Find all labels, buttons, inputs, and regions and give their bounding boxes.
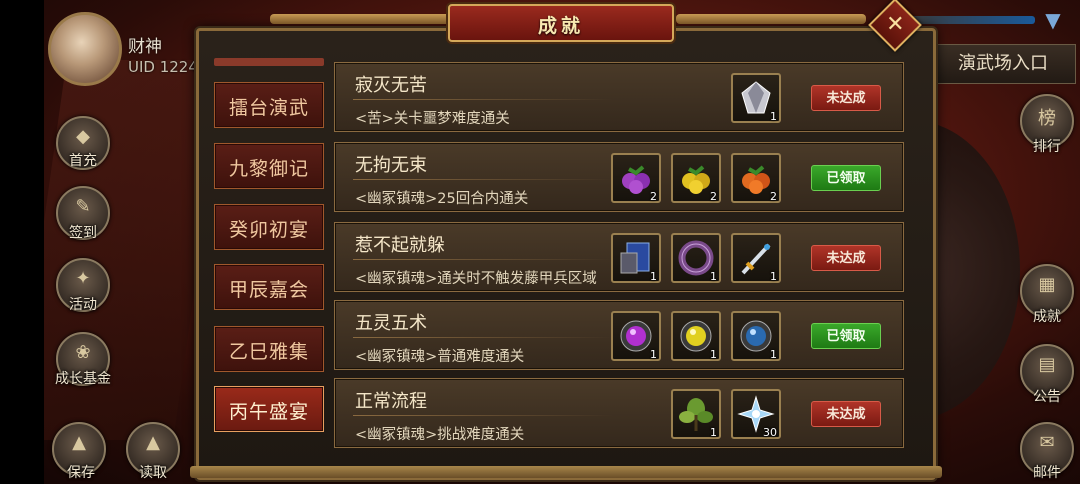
first-charge-icon: ◆ xyxy=(76,126,90,147)
reward-count: 1 xyxy=(650,348,657,361)
tab-bingwu[interactable]: 丙午盛宴 xyxy=(214,386,324,432)
dialog-bottom-frame xyxy=(190,466,942,478)
load-label: 读取 xyxy=(139,465,167,481)
achievement-row: 惹不起就躲 <幽冢镇魂>通关时不触发藤甲兵区域 1 1 1 未达成 xyxy=(334,222,904,292)
save-icon: ▲ xyxy=(72,432,86,453)
close-icon: ✕ xyxy=(886,12,905,38)
tab-jiuli[interactable]: 九黎御记 xyxy=(214,143,324,189)
dialog-title: 成就 xyxy=(537,15,584,37)
load-icon: ▲ xyxy=(146,432,160,453)
reward-count: 1 xyxy=(710,348,717,361)
player-name: 财神 xyxy=(128,37,162,57)
mail-label: 邮件 xyxy=(1033,465,1061,481)
achievement-name: 寂灭无苦 xyxy=(355,75,427,96)
tab-guimao[interactable]: 癸卯初宴 xyxy=(214,204,324,250)
reward-count: 1 xyxy=(770,110,777,123)
category-tabs: 擂台演武 九黎御记 癸卯初宴 甲辰嘉会 乙巳雅集 丙午盛宴 xyxy=(214,46,324,466)
tab-label: 擂台演武 xyxy=(228,97,309,119)
blue-orb-icon[interactable]: 1 xyxy=(731,311,781,361)
achievement-desc: <苦>关卡噩梦难度通关 xyxy=(355,111,510,127)
row-divider xyxy=(353,337,613,338)
title-ornament-right xyxy=(676,14,866,24)
row-divider xyxy=(353,99,613,100)
reward-count: 2 xyxy=(770,190,777,203)
status-badge[interactable]: 已领取 xyxy=(811,165,881,191)
sign-in-label: 签到 xyxy=(69,225,97,241)
tab-label: 九黎御记 xyxy=(228,158,309,180)
achievement-desc: <幽冢镇魂>25回合内通关 xyxy=(355,191,529,207)
activity-icon: ✦ xyxy=(75,268,91,289)
reward-count: 30 xyxy=(763,426,777,439)
reward-count: 2 xyxy=(650,190,657,203)
tab-label: 癸卯初宴 xyxy=(228,219,309,241)
signal-icon: ▼ xyxy=(1045,8,1061,32)
achievement-desc: <幽冢镇魂>通关时不触发藤甲兵区域 xyxy=(355,271,597,287)
reward-count: 2 xyxy=(710,190,717,203)
save-label: 保存 xyxy=(67,465,95,481)
status-badge[interactable]: 未达成 xyxy=(811,85,881,111)
achievement-name: 无拘无束 xyxy=(355,155,427,176)
herb-leaf-icon[interactable]: 1 xyxy=(671,389,721,439)
orange-fruit-icon[interactable]: 2 xyxy=(731,153,781,203)
achievement-icon: ▦ xyxy=(1038,274,1056,295)
tab-label: 丙午盛宴 xyxy=(228,401,309,423)
achievement-desc: <幽冢镇魂>挑战难度通关 xyxy=(355,427,525,443)
reward-count: 1 xyxy=(710,426,717,439)
yellow-fruit-icon[interactable]: 2 xyxy=(671,153,721,203)
achievement-name: 惹不起就躲 xyxy=(355,235,445,256)
growth-fund-icon: ❀ xyxy=(75,342,91,363)
achievement-name: 五灵五术 xyxy=(355,313,427,334)
achievement-row: 五灵五术 <幽冢镇魂>普通难度通关 1 1 1 已领取 xyxy=(334,300,904,370)
tab-label: 乙巳雅集 xyxy=(228,341,309,363)
activity-label: 活动 xyxy=(69,297,97,313)
status-badge[interactable]: 未达成 xyxy=(811,401,881,427)
achievement-name: 正常流程 xyxy=(355,391,427,412)
status-badge[interactable]: 未达成 xyxy=(811,245,881,271)
row-divider xyxy=(353,415,613,416)
screen-edge xyxy=(0,0,44,484)
purple-orb-icon[interactable]: 1 xyxy=(611,311,661,361)
row-divider xyxy=(353,259,613,260)
player-panel[interactable]: 财神 UID 12246 xyxy=(48,12,218,92)
avatar[interactable] xyxy=(48,12,122,86)
background-rock xyxy=(13,60,227,440)
achievement-row: 正常流程 <幽冢镇魂>挑战难度通关 1 30 未达成 xyxy=(334,378,904,448)
tab-leitai[interactable]: 擂台演武 xyxy=(214,82,324,128)
reward-count: 1 xyxy=(770,270,777,283)
title-ornament-left xyxy=(270,14,460,24)
row-divider xyxy=(353,179,613,180)
ranking-icon: 榜 xyxy=(1038,108,1056,129)
growth-fund-label: 成长基金 xyxy=(55,371,111,387)
dagger-icon[interactable]: 1 xyxy=(731,233,781,283)
achievement-desc: <幽冢镇魂>普通难度通关 xyxy=(355,349,525,365)
reward-count: 1 xyxy=(650,270,657,283)
blue-book-icon[interactable]: 1 xyxy=(611,233,661,283)
notice-label: 公告 xyxy=(1033,389,1061,405)
tab-scroll-top xyxy=(214,58,324,66)
reward-count: 1 xyxy=(770,348,777,361)
status-badge[interactable]: 已领取 xyxy=(811,323,881,349)
first-charge-label: 首充 xyxy=(69,153,97,169)
dialog-title-plate: 成就 xyxy=(448,4,674,42)
yellow-orb-icon[interactable]: 1 xyxy=(671,311,721,361)
diamond-gem-icon[interactable]: 1 xyxy=(731,73,781,123)
ranking-label: 排行 xyxy=(1033,139,1061,155)
tab-jiachen[interactable]: 甲辰嘉会 xyxy=(214,264,324,310)
notice-icon: ▤ xyxy=(1038,354,1056,375)
armor-ring-icon[interactable]: 1 xyxy=(671,233,721,283)
sign-in-icon: ✎ xyxy=(75,196,91,217)
reward-count: 1 xyxy=(710,270,717,283)
arena-entry-button[interactable]: 演武场入口 xyxy=(930,44,1076,84)
mail-icon: ✉ xyxy=(1039,432,1055,453)
tab-yisi[interactable]: 乙巳雅集 xyxy=(214,326,324,372)
top-progress-bar xyxy=(905,16,1035,24)
ice-crystal-icon[interactable]: 30 xyxy=(731,389,781,439)
purple-fruit-icon[interactable]: 2 xyxy=(611,153,661,203)
achievement-label: 成就 xyxy=(1033,309,1061,325)
achievement-row: 无拘无束 <幽冢镇魂>25回合内通关 2 2 2 已领取 xyxy=(334,142,904,212)
tab-label: 甲辰嘉会 xyxy=(228,279,309,301)
achievement-row: 寂灭无苦 <苦>关卡噩梦难度通关 1 未达成 xyxy=(334,62,904,132)
